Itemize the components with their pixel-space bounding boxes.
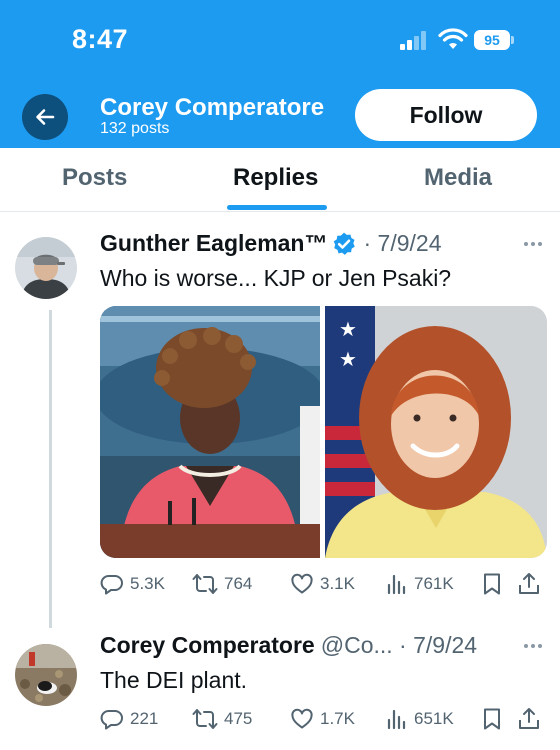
avatar[interactable] bbox=[15, 644, 77, 706]
tweet-date: · 7/9/24 bbox=[363, 230, 442, 256]
share-icon bbox=[519, 573, 539, 594]
thread-line bbox=[49, 310, 52, 628]
battery-icon: 95 bbox=[474, 30, 510, 50]
reply-count: 221 bbox=[130, 709, 159, 728]
bookmark-button[interactable] bbox=[482, 572, 508, 596]
photo-right: ★ ★ bbox=[325, 306, 547, 558]
tweet-header: Gunther Eagleman™ · 7/9/24 bbox=[100, 230, 441, 257]
tweet-author[interactable]: Corey Comperatore bbox=[100, 632, 315, 659]
tab-media[interactable]: Media bbox=[424, 164, 492, 192]
back-arrow-icon bbox=[36, 109, 55, 125]
profile-tabs: Posts Replies Media bbox=[0, 148, 560, 212]
tab-posts[interactable]: Posts bbox=[62, 164, 127, 192]
tweet-image-right[interactable]: ★ ★ bbox=[325, 306, 547, 558]
tweet-text: The DEI plant. bbox=[100, 667, 248, 693]
views-button[interactable]: 761K bbox=[386, 572, 454, 596]
battery-tip bbox=[511, 36, 514, 44]
verified-badge-icon bbox=[334, 232, 356, 255]
avatar-image bbox=[15, 237, 77, 299]
avatar[interactable] bbox=[15, 237, 77, 299]
follow-button[interactable]: Follow bbox=[355, 89, 537, 141]
avatar-image bbox=[15, 644, 77, 706]
bookmark-button[interactable] bbox=[482, 707, 508, 731]
svg-text:★: ★ bbox=[339, 347, 357, 371]
status-time: 8:47 bbox=[72, 24, 129, 54]
reply-button[interactable]: 5.3K bbox=[100, 572, 165, 596]
like-icon bbox=[291, 573, 313, 594]
tweet-handle-date: @Co... · 7/9/24 bbox=[320, 632, 478, 658]
tweet-header: Corey Comperatore @Co... · 7/9/24 bbox=[100, 632, 477, 659]
reply-icon bbox=[100, 710, 123, 730]
signal-icon bbox=[400, 30, 432, 50]
repost-count: 475 bbox=[224, 709, 253, 728]
battery-level: 95 bbox=[484, 32, 500, 48]
tab-replies[interactable]: Replies bbox=[233, 164, 318, 192]
views-icon bbox=[387, 709, 406, 730]
reply-button[interactable]: 221 bbox=[100, 707, 158, 731]
active-tab-indicator bbox=[227, 205, 327, 210]
bookmark-icon bbox=[484, 573, 500, 595]
profile-name: Corey Comperatore bbox=[100, 94, 325, 121]
wifi-icon bbox=[438, 28, 468, 49]
repost-button[interactable]: 764 bbox=[192, 572, 252, 596]
views-count: 761K bbox=[414, 574, 454, 593]
share-button[interactable] bbox=[518, 572, 546, 596]
repost-button[interactable]: 475 bbox=[192, 707, 252, 731]
repost-icon bbox=[192, 574, 218, 594]
more-icon[interactable] bbox=[522, 240, 544, 248]
back-button[interactable] bbox=[22, 94, 68, 140]
tweet-text: Who is worse... KJP or Jen Psaki? bbox=[100, 265, 452, 291]
tweet-actions: 5.3K 764 3.1K 761K bbox=[100, 572, 550, 602]
profile-header: 8:47 95 Corey Comperatore 132 posts Foll… bbox=[0, 0, 560, 148]
like-button[interactable]: 1.7K bbox=[290, 707, 355, 731]
bookmark-icon bbox=[484, 708, 500, 730]
photo-left bbox=[100, 306, 320, 558]
like-icon bbox=[291, 708, 313, 729]
svg-text:★: ★ bbox=[339, 317, 357, 341]
views-count: 651K bbox=[414, 709, 454, 728]
more-icon[interactable] bbox=[522, 642, 544, 650]
like-button[interactable]: 3.1K bbox=[290, 572, 355, 596]
reply-icon bbox=[100, 575, 123, 595]
repost-count: 764 bbox=[224, 574, 253, 593]
views-button[interactable]: 651K bbox=[386, 707, 454, 731]
like-count: 1.7K bbox=[320, 709, 355, 728]
share-button[interactable] bbox=[518, 707, 546, 731]
views-icon bbox=[387, 574, 406, 595]
tweet-image-left[interactable] bbox=[100, 306, 320, 558]
tweet-actions: 221 475 1.7K 651K bbox=[100, 707, 550, 737]
tweet-author[interactable]: Gunther Eagleman™ bbox=[100, 230, 327, 257]
reply-count: 5.3K bbox=[130, 574, 165, 593]
post-count: 132 posts bbox=[100, 120, 170, 137]
like-count: 3.1K bbox=[320, 574, 355, 593]
share-icon bbox=[519, 708, 539, 729]
repost-icon bbox=[192, 709, 218, 729]
